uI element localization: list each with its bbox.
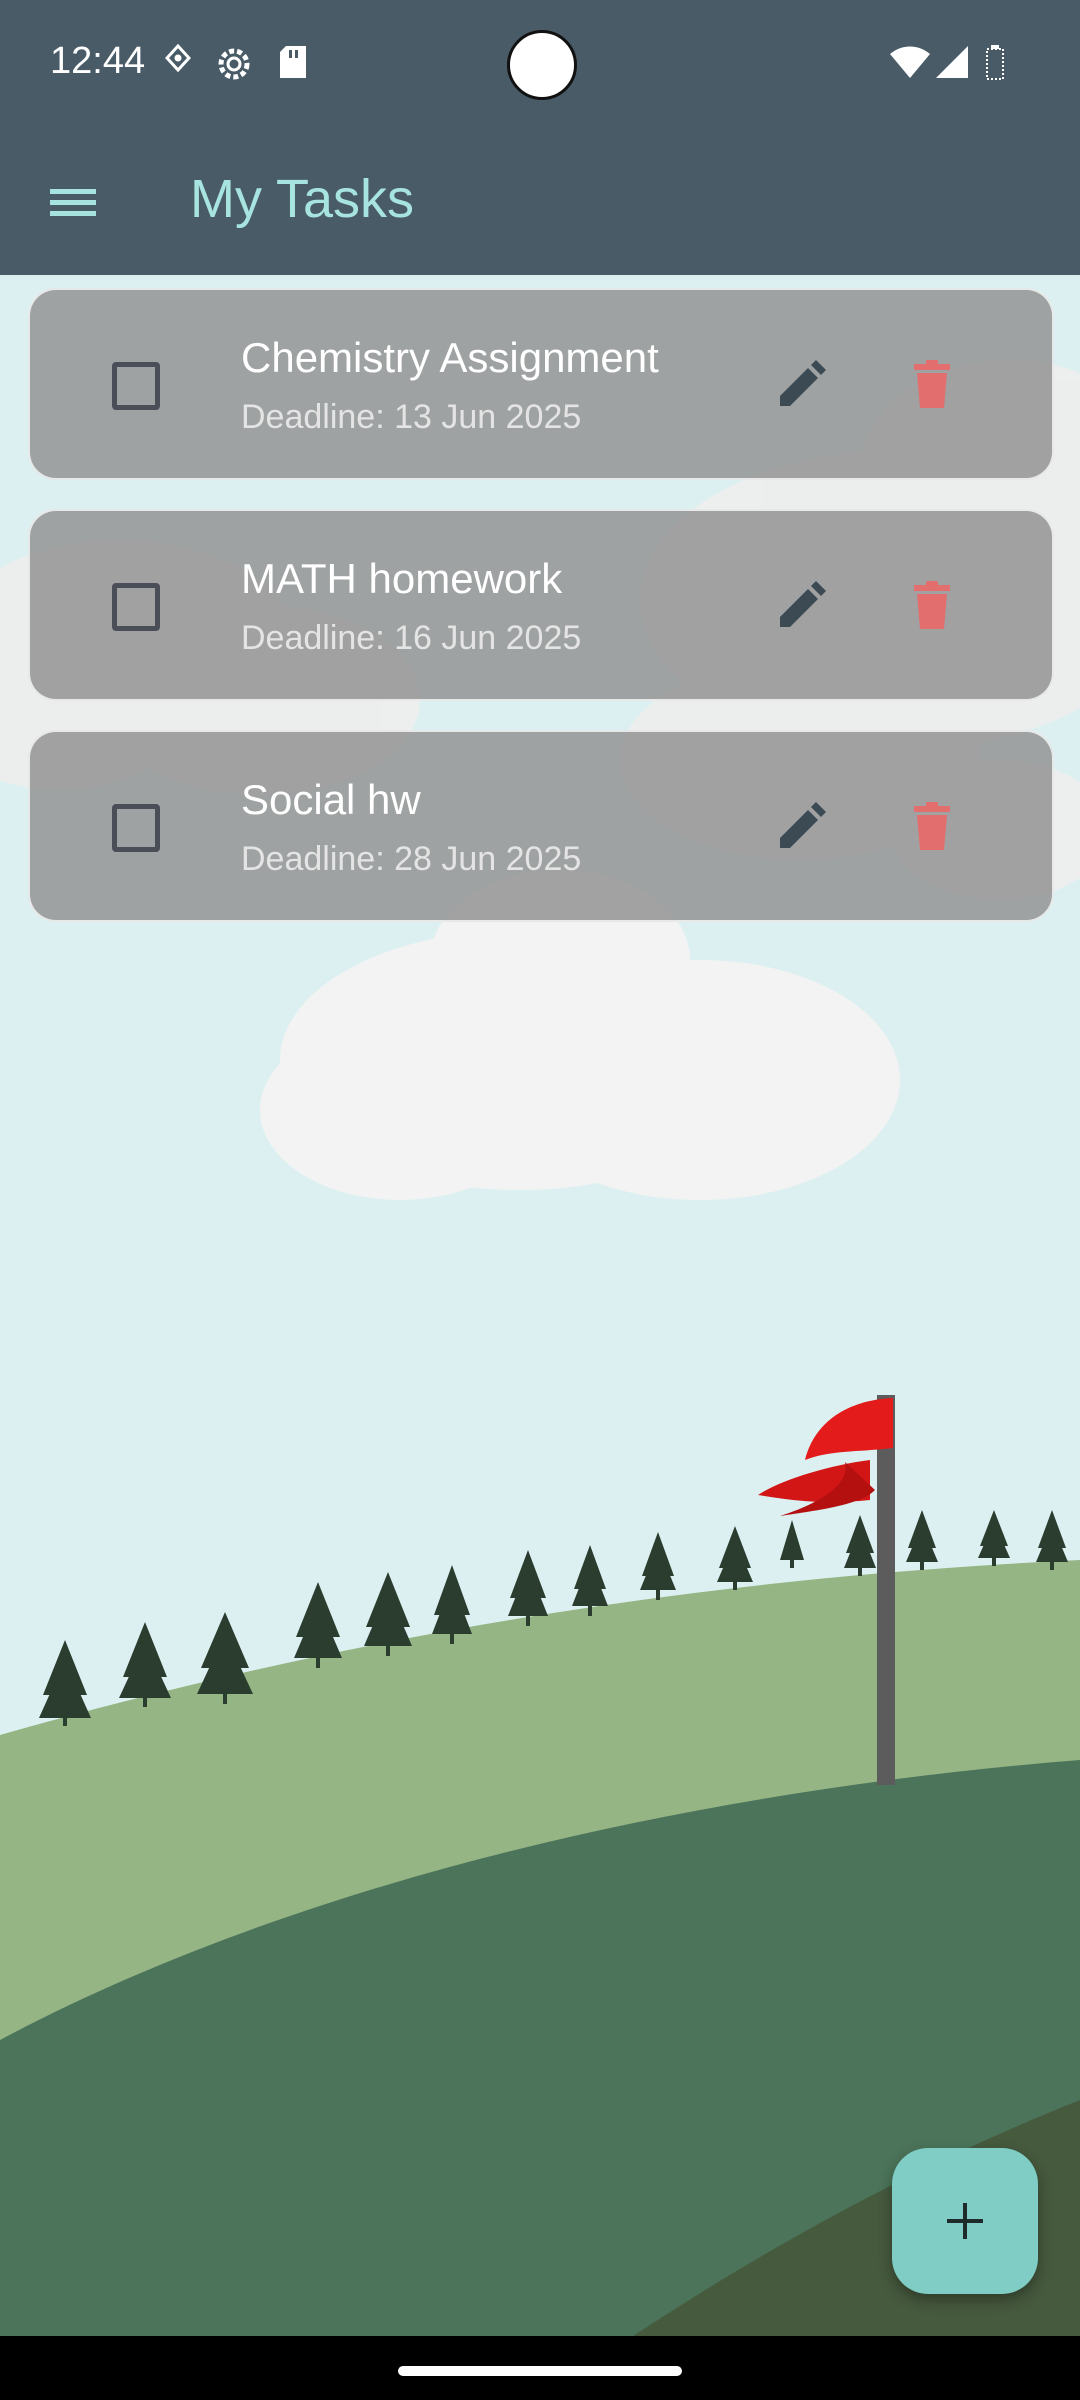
task-deadline: Deadline: 13 Jun 2025 xyxy=(241,398,582,436)
task-checkbox[interactable] xyxy=(112,362,160,410)
delete-task-button[interactable] xyxy=(900,352,964,416)
status-bar: 12:44 xyxy=(0,0,1080,130)
home-indicator[interactable] xyxy=(398,2366,682,2376)
trash-icon xyxy=(914,802,950,850)
task-deadline: Deadline: 28 Jun 2025 xyxy=(241,840,582,878)
page-title: My Tasks xyxy=(190,169,415,229)
task-deadline: Deadline: 16 Jun 2025 xyxy=(241,619,582,657)
trash-icon xyxy=(914,360,950,408)
task-title: Chemistry Assignment xyxy=(241,334,659,381)
wifi-icon xyxy=(888,44,932,85)
task-title: MATH homework xyxy=(241,555,563,602)
plus-icon xyxy=(947,2203,983,2239)
task-card[interactable]: Chemistry Assignment Deadline: 13 Jun 20… xyxy=(28,288,1054,480)
cellular-signal-icon xyxy=(934,44,970,85)
trash-icon xyxy=(914,581,950,629)
delete-task-button[interactable] xyxy=(900,794,964,858)
status-time: 12:44 xyxy=(50,40,146,82)
menu-button[interactable] xyxy=(30,165,116,237)
task-card[interactable]: MATH homework Deadline: 16 Jun 2025 xyxy=(28,509,1054,701)
settings-gear-icon xyxy=(214,44,254,89)
battery-icon xyxy=(984,44,1006,85)
add-task-button[interactable] xyxy=(892,2148,1038,2294)
task-checkbox[interactable] xyxy=(112,804,160,852)
pencil-icon xyxy=(780,802,826,848)
delete-task-button[interactable] xyxy=(900,573,964,637)
pencil-icon xyxy=(780,581,826,627)
sd-card-icon xyxy=(278,44,308,85)
camera-cutout xyxy=(507,30,577,100)
location-pin-icon xyxy=(164,43,192,83)
edit-task-button[interactable] xyxy=(770,794,834,858)
edit-task-button[interactable] xyxy=(770,352,834,416)
task-card[interactable]: Social hw Deadline: 28 Jun 2025 xyxy=(28,730,1054,922)
task-checkbox[interactable] xyxy=(112,583,160,631)
task-title: Social hw xyxy=(241,776,421,823)
edit-task-button[interactable] xyxy=(770,573,834,637)
pencil-icon xyxy=(780,360,826,406)
hamburger-menu-icon xyxy=(50,189,96,216)
app-bar: My Tasks xyxy=(0,130,1080,275)
